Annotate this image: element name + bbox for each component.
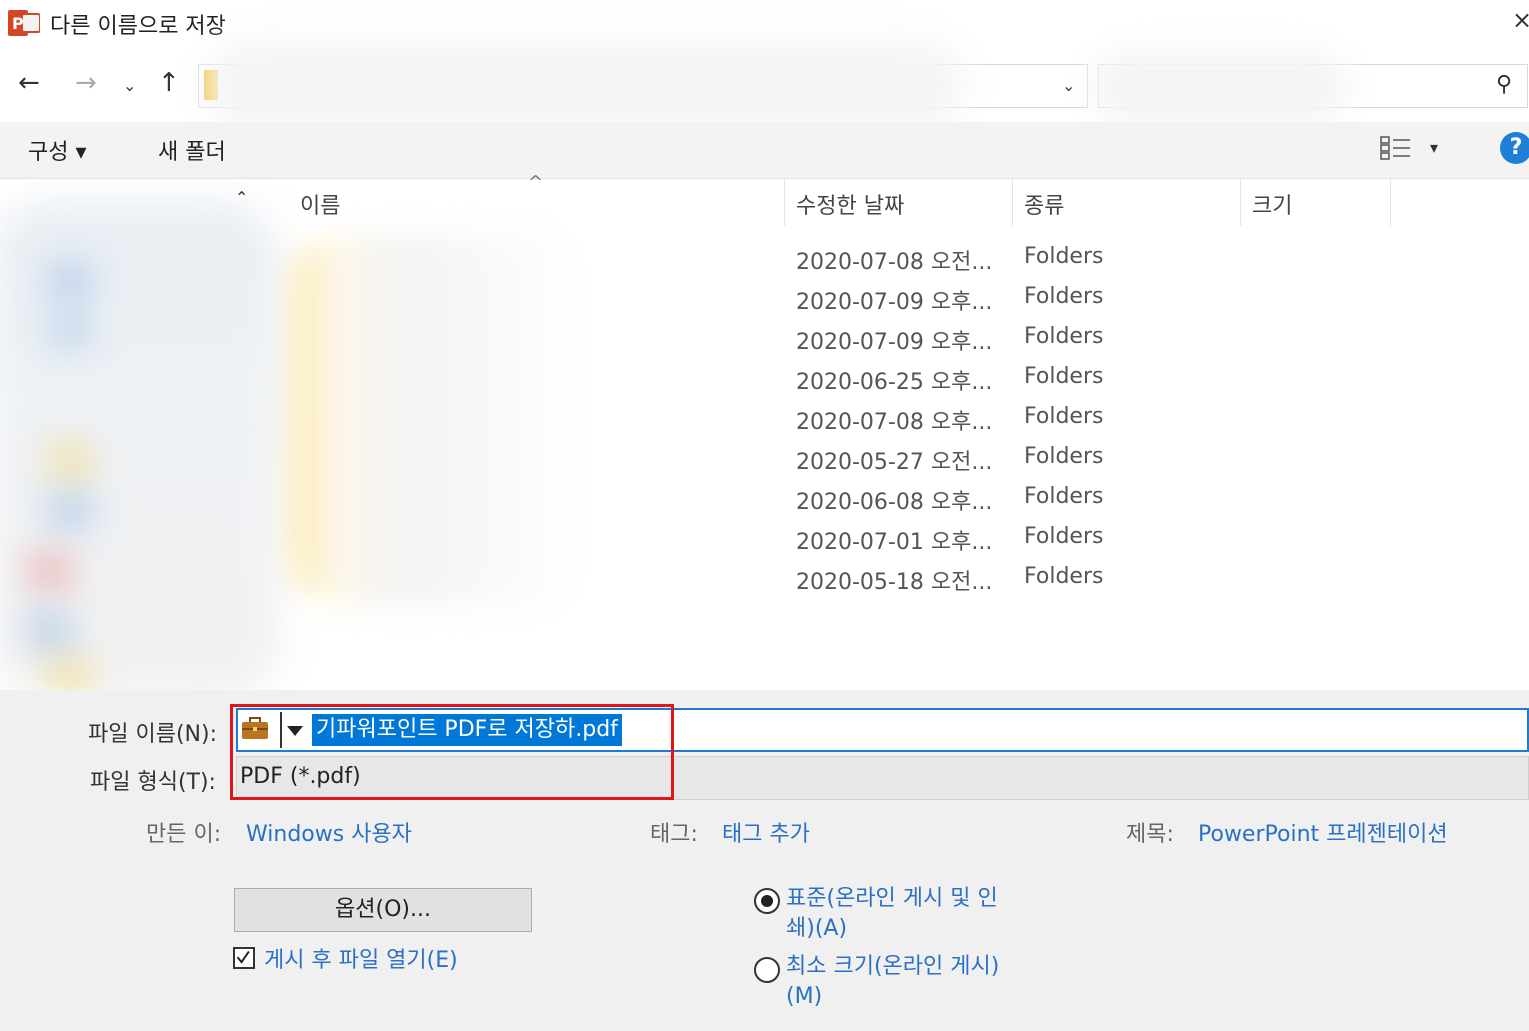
nav-item-icon	[50, 500, 90, 522]
row-date[interactable]: 2020-05-27 오전...	[796, 444, 992, 476]
tags-label: 태그:	[650, 822, 698, 847]
row-type[interactable]: Folders	[1024, 364, 1103, 389]
row-type[interactable]: Folders	[1024, 284, 1103, 309]
filename-dropdown-icon[interactable]	[280, 712, 308, 748]
row-date[interactable]: 2020-06-25 오후...	[796, 364, 992, 396]
search-icon[interactable]: ⚲	[1496, 72, 1512, 97]
row-type[interactable]: Folders	[1024, 244, 1103, 269]
column-header-name[interactable]: 이름	[300, 188, 340, 220]
filename-label: 파일 이름(N):	[88, 722, 217, 747]
radio-selected-dot-icon	[761, 895, 773, 907]
radio-minimum-size[interactable]	[754, 957, 780, 983]
options-button[interactable]: 옵션(O)...	[234, 888, 532, 932]
folder-names-redacted	[290, 235, 580, 605]
chevron-down-icon[interactable]: ⌄	[1062, 76, 1075, 95]
nav-item-icon	[30, 560, 70, 582]
address-path-redacted	[205, 40, 965, 130]
check-icon	[236, 950, 250, 964]
row-date[interactable]: 2020-07-08 오전...	[796, 244, 992, 276]
back-icon[interactable]: ←	[18, 68, 40, 98]
filename-value-selected[interactable]: 기파워포인트 PDF로 저장하.pdf	[312, 714, 622, 746]
row-date[interactable]: 2020-05-18 오전...	[796, 564, 992, 596]
row-date[interactable]: 2020-06-08 오후...	[796, 484, 992, 516]
scroll-up-icon[interactable]: ⌃	[235, 188, 248, 207]
radio-minimum-size-label[interactable]: 최소 크기(온라인 게시)(M)	[786, 952, 1006, 1012]
author-label: 만든 이:	[146, 822, 222, 847]
add-tags-link[interactable]: 태그 추가	[722, 816, 810, 848]
close-icon[interactable]: ×	[1512, 6, 1529, 34]
briefcase-icon	[242, 717, 268, 739]
nav-item-icon	[50, 320, 90, 342]
column-header-size[interactable]: 크기	[1252, 188, 1292, 220]
filetype-label: 파일 형식(T):	[90, 770, 216, 795]
row-type[interactable]: Folders	[1024, 404, 1103, 429]
column-header-type[interactable]: 종류	[1024, 188, 1064, 220]
row-date[interactable]: 2020-07-09 오후...	[796, 284, 992, 316]
command-toolbar	[0, 122, 1529, 179]
row-date[interactable]: 2020-07-08 오후...	[796, 404, 992, 436]
nav-item-icon	[50, 270, 90, 292]
view-options-icon[interactable]	[1380, 136, 1412, 160]
navigation-pane-redacted	[0, 200, 280, 700]
radio-standard-label[interactable]: 표준(온라인 게시 및 인쇄)(A)	[786, 884, 1006, 944]
sort-ascending-icon: ^	[528, 172, 544, 193]
powerpoint-icon: P	[8, 10, 40, 36]
author-value[interactable]: Windows 사용자	[246, 816, 412, 848]
open-after-publish-label[interactable]: 게시 후 파일 열기(E)	[264, 942, 458, 974]
forward-icon[interactable]: →	[75, 68, 97, 98]
nav-item-icon	[50, 450, 90, 472]
title-label: 제목:	[1126, 822, 1174, 847]
column-header-date[interactable]: 수정한 날짜	[796, 188, 904, 220]
column-divider[interactable]	[1240, 178, 1241, 226]
row-type[interactable]: Folders	[1024, 324, 1103, 349]
recent-locations-chevron-icon[interactable]: ⌄	[123, 76, 136, 95]
column-divider[interactable]	[1390, 178, 1391, 226]
window-title: 다른 이름으로 저장	[50, 14, 226, 39]
organize-button[interactable]: 구성 ▾	[28, 134, 87, 166]
row-type[interactable]: Folders	[1024, 444, 1103, 469]
filetype-select[interactable]	[236, 756, 1529, 800]
help-icon[interactable]: ?	[1500, 132, 1529, 164]
row-type[interactable]: Folders	[1024, 564, 1103, 589]
new-folder-button[interactable]: 새 폴더	[158, 134, 226, 166]
svg-text:P: P	[12, 14, 24, 33]
title-value[interactable]: PowerPoint 프레젠테이션	[1198, 816, 1448, 848]
row-date[interactable]: 2020-07-09 오후...	[796, 324, 992, 356]
nav-item-icon	[30, 620, 70, 642]
column-divider[interactable]	[1012, 178, 1013, 226]
row-date[interactable]: 2020-07-01 오후...	[796, 524, 992, 556]
view-dropdown-icon[interactable]: ▾	[1430, 138, 1438, 157]
row-type[interactable]: Folders	[1024, 524, 1103, 549]
column-divider[interactable]	[784, 178, 785, 226]
search-placeholder-redacted	[1090, 50, 1350, 125]
up-icon[interactable]: ↑	[158, 68, 180, 98]
open-after-publish-checkbox[interactable]	[233, 947, 255, 969]
nav-item-icon	[50, 665, 90, 687]
filetype-value[interactable]: PDF (*.pdf)	[240, 764, 361, 789]
row-type[interactable]: Folders	[1024, 484, 1103, 509]
